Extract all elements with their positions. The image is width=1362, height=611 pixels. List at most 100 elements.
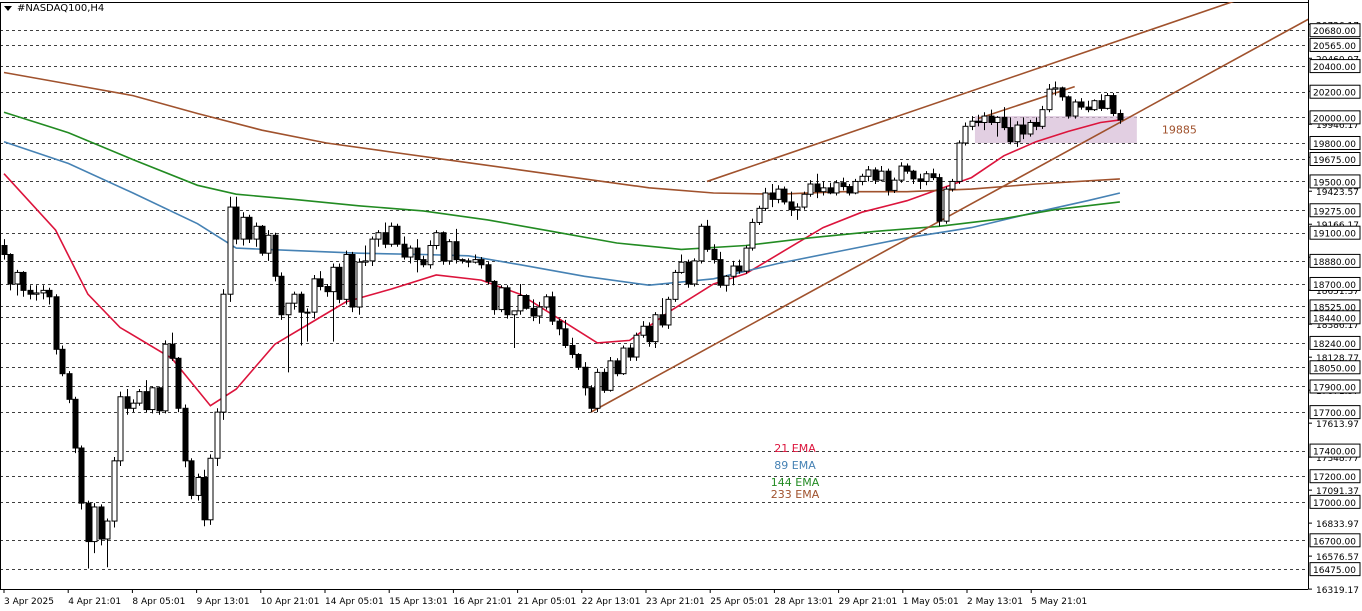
- candle-body-bear: [704, 225, 711, 250]
- candle-body-bear: [872, 169, 879, 181]
- candle: [485, 262, 492, 284]
- candle: [265, 230, 272, 261]
- candle-body-bull: [511, 310, 518, 316]
- candle: [1072, 99, 1079, 119]
- candle: [53, 294, 60, 355]
- time-tick-label: 8 Apr 05:01: [132, 597, 185, 607]
- candle: [723, 274, 730, 292]
- candle-body-bull: [14, 271, 21, 285]
- candle-body-bull: [220, 293, 227, 413]
- candle-body-bear: [910, 170, 917, 180]
- ema-legend-label: 233 EMA: [771, 488, 820, 501]
- candle-body-bull: [1046, 88, 1053, 111]
- candle: [1091, 99, 1098, 111]
- candle-body-bear: [627, 347, 634, 358]
- candle-body-bull: [265, 234, 272, 254]
- candle: [633, 332, 640, 361]
- candle: [336, 263, 343, 304]
- candle: [923, 171, 930, 186]
- candle-body-bear: [201, 476, 208, 521]
- candle-body-bull: [130, 402, 137, 409]
- candle: [807, 180, 814, 197]
- candle-body-bull: [949, 180, 956, 190]
- candle: [324, 283, 331, 297]
- trendlines: [590, 0, 1359, 413]
- time-tick-label: 22 Apr 13:01: [582, 597, 641, 607]
- candle-body-bear: [788, 201, 795, 211]
- candle: [195, 473, 202, 501]
- ema-legend-label: 21 EMA: [774, 442, 816, 455]
- candle-body-bear: [504, 287, 511, 316]
- level-price-label: 18050.00: [1313, 364, 1356, 374]
- candle: [59, 345, 66, 377]
- candle: [414, 239, 421, 273]
- candle-body-bear: [78, 447, 85, 504]
- candle: [594, 368, 601, 413]
- candle-body-bull: [253, 225, 260, 240]
- candle: [117, 391, 124, 466]
- candle: [775, 185, 782, 204]
- candle-body-bull: [162, 343, 169, 412]
- candle-body-bull: [472, 259, 479, 263]
- candle-body-bull: [375, 232, 382, 240]
- price-tick-label: 16576.57: [1316, 553, 1359, 563]
- candle: [917, 173, 924, 190]
- candle-body-bull: [852, 180, 859, 194]
- candle: [556, 318, 563, 336]
- candle: [33, 285, 40, 301]
- candle: [220, 289, 227, 420]
- candle: [253, 222, 260, 247]
- candle-body-bull: [91, 506, 98, 543]
- candle-body-bull: [136, 391, 143, 404]
- candle-body-bull: [891, 179, 898, 191]
- candle-body-bull: [1014, 124, 1021, 143]
- grid-lines: [0, 2, 1309, 590]
- candle-body-bull: [33, 292, 40, 295]
- candle: [504, 285, 511, 319]
- candle: [175, 357, 182, 413]
- candle: [523, 294, 530, 310]
- candle: [698, 223, 705, 264]
- candle-body-bull: [633, 334, 640, 358]
- candle-body-bull: [117, 396, 124, 462]
- candle: [472, 254, 479, 264]
- candle-body-bull: [1052, 87, 1059, 90]
- candle-body-bull: [969, 120, 976, 127]
- candle: [569, 337, 576, 359]
- candle: [420, 255, 427, 268]
- candlestick-chart[interactable]: 19885 16319.1716576.5716833.9717091.3717…: [0, 0, 1362, 611]
- candle-body-bear: [20, 271, 27, 291]
- candle: [446, 239, 453, 265]
- candle: [898, 162, 905, 183]
- candle-body-bull: [898, 165, 905, 181]
- candle: [665, 296, 672, 329]
- candle-body-bear: [646, 325, 653, 343]
- candle-body-bear: [98, 506, 105, 540]
- candle: [910, 169, 917, 184]
- candle-body-bear: [27, 289, 34, 295]
- candle-body-bear: [562, 328, 569, 346]
- level-price-label: 17400.00: [1313, 448, 1356, 458]
- level-price-label: 19275.00: [1313, 207, 1356, 217]
- candle-body-bear: [1117, 113, 1124, 121]
- candle-body-bull: [304, 311, 311, 314]
- candle: [240, 212, 247, 246]
- candle: [956, 140, 963, 184]
- candle-body-bear: [917, 178, 924, 182]
- candle-body-bear: [278, 275, 285, 316]
- ema-legend-label: 89 EMA: [774, 459, 816, 472]
- candle-body-bear: [246, 216, 253, 240]
- trendline[interactable]: [590, 0, 1359, 413]
- candle-body-bull: [311, 278, 318, 313]
- candle-body-bear: [601, 371, 608, 391]
- candle: [1059, 86, 1066, 101]
- candle: [988, 109, 995, 126]
- candle-body-bull: [1072, 101, 1079, 117]
- candle: [762, 187, 769, 211]
- plot-frame: [0, 2, 1309, 590]
- candle: [588, 385, 595, 413]
- candle: [169, 332, 176, 361]
- candle: [130, 399, 137, 413]
- candle-body-bull: [40, 289, 47, 294]
- candle: [1078, 98, 1085, 110]
